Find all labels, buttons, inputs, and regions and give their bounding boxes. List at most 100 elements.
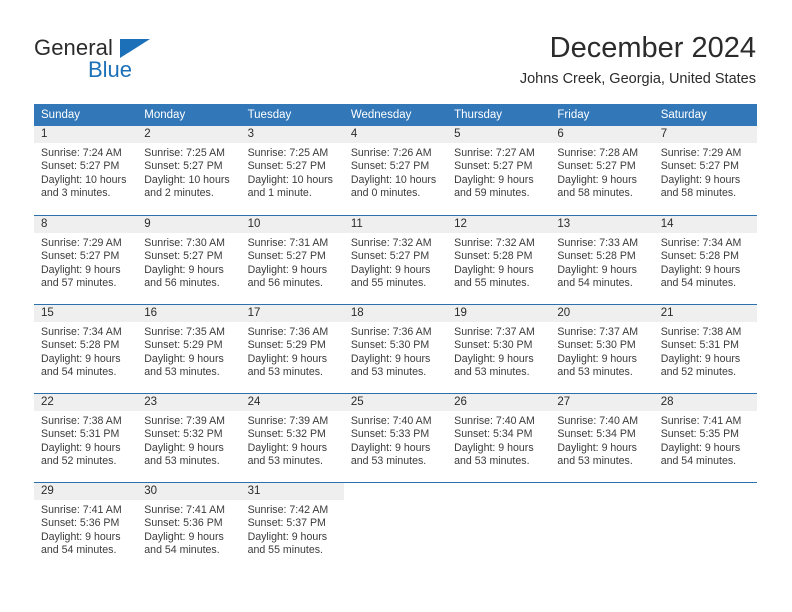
day-cell-inner: 2 Sunrise: 7:25 AM Sunset: 5:27 PM Daylight… [137,126,241,215]
calendar-week-row: 8 Sunrise: 7:29 AM Sunset: 5:27 PM Daylight… [34,215,757,304]
day-sun-info: Sunrise: 7:25 AM Sunset: 5:27 PM Daylight:… [137,143,240,201]
day-sun-info: Sunrise: 7:27 AM Sunset: 5:27 PM Daylight:… [447,143,550,201]
day-info-daylight-line1: Daylight: 10 hours [41,173,127,186]
calendar-day-cell[interactable]: 4 Sunrise: 7:26 AM Sunset: 5:27 PM Daylight… [343,126,448,215]
day-number: 30 [137,483,241,500]
page-title: December 2024 [549,32,756,64]
day-number: 28 [653,394,757,411]
day-info-daylight-line2: and 55 minutes. [454,277,530,290]
calendar-day-cell[interactable]: 26 Sunrise: 7:40 AM Sunset: 5:34 PM Dayligh… [447,393,551,482]
day-sun-info: Sunrise: 7:31 AM Sunset: 5:27 PM Daylight:… [241,233,344,291]
day-cell-inner: 9 Sunrise: 7:30 AM Sunset: 5:27 PM Daylight… [137,215,241,304]
day-info-sunrise: Sunrise: 7:35 AM [144,326,225,338]
calendar-day-cell[interactable]: 9 Sunrise: 7:30 AM Sunset: 5:27 PM Daylight… [137,215,241,304]
day-info-sunset: Sunset: 5:27 PM [144,250,223,263]
day-info-daylight-line1: Daylight: 9 hours [247,441,328,454]
day-number: 26 [447,394,551,411]
day-info-sunset: Sunset: 5:29 PM [144,339,223,352]
calendar-day-cell[interactable] [343,482,448,571]
page-subtitle: Johns Creek, Georgia, United States [519,71,756,87]
day-cell-inner: 15 Sunrise: 7:34 AM Sunset: 5:28 PM Dayligh… [34,304,138,393]
day-info-sunset: Sunset: 5:37 PM [247,517,326,530]
day-info-sunrise: Sunrise: 7:40 AM [557,415,639,427]
day-cell-inner: 3 Sunrise: 7:25 AM Sunset: 5:27 PM Daylight… [240,126,344,215]
day-info-daylight-line2: and 55 minutes. [247,544,323,557]
calendar-day-cell[interactable]: 16 Sunrise: 7:35 AM Sunset: 5:29 PM Dayligh… [137,304,241,393]
day-number: 16 [137,305,241,322]
calendar-day-cell[interactable]: 14 Sunrise: 7:34 AM Sunset: 5:28 PM Dayligh… [653,215,757,304]
calendar-day-cell[interactable]: 13 Sunrise: 7:33 AM Sunset: 5:28 PM Dayligh… [550,215,654,304]
day-number: 12 [447,216,551,233]
calendar-day-cell[interactable]: 22 Sunrise: 7:38 AM Sunset: 5:31 PM Dayligh… [34,393,138,482]
calendar-day-cell[interactable]: 15 Sunrise: 7:34 AM Sunset: 5:28 PM Dayligh… [34,304,138,393]
calendar-day-cell[interactable]: 6 Sunrise: 7:28 AM Sunset: 5:27 PM Daylight… [550,126,654,215]
day-number: 6 [550,126,654,143]
calendar-week-row: 29 Sunrise: 7:41 AM Sunset: 5:36 PM Dayligh… [34,482,757,571]
day-cell-inner: 12 Sunrise: 7:32 AM Sunset: 5:28 PM Dayligh… [447,215,551,304]
day-info-sunrise: Sunrise: 7:39 AM [144,415,225,427]
day-sun-info [550,500,653,504]
day-info-daylight-line2: and 53 minutes. [350,366,427,379]
calendar-day-cell[interactable]: 21 Sunrise: 7:38 AM Sunset: 5:31 PM Dayligh… [653,304,757,393]
day-number [550,483,653,500]
calendar-day-cell[interactable]: 30 Sunrise: 7:41 AM Sunset: 5:36 PM Dayligh… [137,482,241,571]
day-info-sunset: Sunset: 5:32 PM [247,428,326,441]
day-info-sunset: Sunset: 5:28 PM [454,250,533,263]
day-info-daylight-line2: and 53 minutes. [454,366,530,379]
calendar-day-cell[interactable]: 28 Sunrise: 7:41 AM Sunset: 5:35 PM Dayligh… [653,393,757,482]
day-cell-inner: 6 Sunrise: 7:28 AM Sunset: 5:27 PM Daylight… [550,126,654,215]
calendar-day-cell[interactable] [653,482,757,571]
calendar-day-cell[interactable]: 17 Sunrise: 7:36 AM Sunset: 5:29 PM Dayligh… [240,304,344,393]
day-number: 9 [137,216,241,233]
day-info-sunrise: Sunrise: 7:41 AM [144,504,225,516]
day-number: 1 [34,126,138,143]
calendar-day-cell[interactable]: 1 Sunrise: 7:24 AM Sunset: 5:27 PM Daylight… [34,126,138,215]
day-cell-inner: 5 Sunrise: 7:27 AM Sunset: 5:27 PM Daylight… [447,126,551,215]
day-cell-inner [343,482,448,571]
day-cell-inner: 23 Sunrise: 7:39 AM Sunset: 5:32 PM Dayligh… [137,393,241,482]
calendar-day-cell[interactable]: 23 Sunrise: 7:39 AM Sunset: 5:32 PM Dayligh… [137,393,241,482]
day-sun-info: Sunrise: 7:38 AM Sunset: 5:31 PM Daylight:… [34,411,137,469]
calendar-day-cell[interactable]: 19 Sunrise: 7:37 AM Sunset: 5:30 PM Dayligh… [447,304,551,393]
day-number [447,483,550,500]
calendar-day-cell[interactable] [550,482,654,571]
calendar-day-cell[interactable]: 12 Sunrise: 7:32 AM Sunset: 5:28 PM Dayligh… [447,215,551,304]
calendar-day-cell[interactable]: 18 Sunrise: 7:36 AM Sunset: 5:30 PM Dayligh… [343,304,448,393]
day-sun-info: Sunrise: 7:26 AM Sunset: 5:27 PM Daylight:… [344,143,447,201]
calendar-day-cell[interactable]: 27 Sunrise: 7:40 AM Sunset: 5:34 PM Dayligh… [550,393,654,482]
day-number [344,483,447,500]
day-number: 21 [653,305,757,322]
day-sun-info: Sunrise: 7:24 AM Sunset: 5:27 PM Daylight:… [34,143,137,201]
day-number: 10 [240,216,344,233]
day-info-sunrise: Sunrise: 7:29 AM [41,237,122,249]
day-info-daylight-line2: and 53 minutes. [247,455,323,468]
day-info-daylight-line2: and 58 minutes. [557,187,633,200]
calendar-day-cell[interactable]: 25 Sunrise: 7:40 AM Sunset: 5:33 PM Dayligh… [343,393,448,482]
day-info-sunrise: Sunrise: 7:37 AM [557,326,639,338]
day-info-sunrise: Sunrise: 7:41 AM [41,504,122,516]
calendar-day-cell[interactable]: 31 Sunrise: 7:42 AM Sunset: 5:37 PM Dayligh… [240,482,344,571]
calendar-day-cell[interactable]: 24 Sunrise: 7:39 AM Sunset: 5:32 PM Dayligh… [240,393,344,482]
calendar-day-cell[interactable]: 10 Sunrise: 7:31 AM Sunset: 5:27 PM Dayligh… [240,215,344,304]
day-number: 2 [137,126,241,143]
day-info-sunset: Sunset: 5:27 PM [350,250,430,263]
day-info-daylight-line2: and 3 minutes. [41,187,111,200]
day-number: 23 [137,394,241,411]
calendar-day-cell[interactable]: 11 Sunrise: 7:32 AM Sunset: 5:27 PM Dayligh… [343,215,448,304]
day-info-sunrise: Sunrise: 7:36 AM [350,326,432,338]
weekday-header-thursday: Thursday [447,104,551,126]
calendar-day-cell[interactable] [447,482,551,571]
calendar-day-cell[interactable]: 20 Sunrise: 7:37 AM Sunset: 5:30 PM Dayligh… [550,304,654,393]
calendar-day-cell[interactable]: 29 Sunrise: 7:41 AM Sunset: 5:36 PM Dayligh… [34,482,138,571]
day-info-sunrise: Sunrise: 7:28 AM [557,147,639,159]
calendar-day-cell[interactable]: 5 Sunrise: 7:27 AM Sunset: 5:27 PM Daylight… [447,126,551,215]
day-info-daylight-line1: Daylight: 9 hours [41,352,121,365]
calendar-day-cell[interactable]: 7 Sunrise: 7:29 AM Sunset: 5:27 PM Daylight… [653,126,757,215]
calendar-day-cell[interactable]: 8 Sunrise: 7:29 AM Sunset: 5:27 PM Daylight… [34,215,138,304]
day-info-sunset: Sunset: 5:27 PM [41,250,120,263]
generalblue-logo: General Blue [34,36,234,86]
day-cell-inner: 4 Sunrise: 7:26 AM Sunset: 5:27 PM Daylight… [343,126,448,215]
calendar-day-cell[interactable]: 3 Sunrise: 7:25 AM Sunset: 5:27 PM Daylight… [240,126,344,215]
day-number: 22 [34,394,138,411]
calendar-day-cell[interactable]: 2 Sunrise: 7:25 AM Sunset: 5:27 PM Daylight… [137,126,241,215]
